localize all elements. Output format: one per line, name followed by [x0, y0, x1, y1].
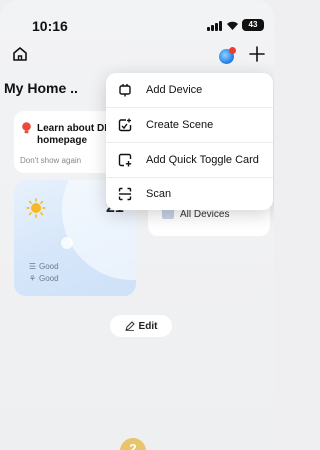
notification-dot [229, 47, 236, 54]
menu-item-scan[interactable]: Scan [106, 177, 273, 211]
sun-icon [26, 198, 46, 218]
pencil-icon [124, 321, 135, 331]
menu-item-label: Add Device [146, 84, 203, 96]
create-scene-icon [118, 118, 132, 132]
menu-item-create-scene[interactable]: Create Scene [106, 108, 273, 142]
bulb-icon [22, 122, 31, 134]
add-device-icon [119, 84, 131, 97]
battery-icon: 43 [242, 19, 264, 31]
plant-icon: ⚘ [28, 274, 37, 283]
edit-button[interactable]: Edit [110, 315, 172, 337]
menu-item-add-device[interactable]: Add Device [106, 73, 273, 107]
home-icon[interactable] [12, 46, 28, 62]
status-time: 10:16 [32, 18, 68, 34]
menu-item-label: Scan [146, 188, 172, 200]
add-card-icon [118, 153, 132, 167]
home-title[interactable]: My Home .. [4, 80, 78, 96]
add-button[interactable] [248, 45, 266, 63]
edit-label: Edit [138, 320, 158, 332]
air-quality-icon: ☰ [28, 262, 37, 271]
dismiss-link[interactable]: Don't show again [20, 156, 81, 165]
air-quality-row: ☰ Good [28, 262, 59, 271]
menu-item-label: Create Scene [146, 119, 214, 131]
air-quality-label: Good [39, 262, 59, 271]
bottom-badge[interactable]: 2 [120, 438, 146, 450]
menu-item-label: Add Quick Toggle Card [146, 154, 259, 166]
profile-avatar[interactable] [219, 47, 236, 64]
wifi-icon [227, 21, 238, 30]
phone-screen: 10:16 43 My Home .. Learn about DIY home… [0, 0, 274, 450]
decorative-dot [61, 237, 73, 249]
status-bar: 10:16 43 [0, 0, 274, 44]
scan-icon [118, 187, 132, 201]
plant-label: Good [39, 274, 59, 283]
signal-icon [207, 21, 223, 31]
plant-row: ⚘ Good [28, 274, 59, 283]
add-menu: Add Device Create Scene Add Quick Toggle… [106, 73, 273, 210]
menu-item-add-quick-toggle-card[interactable]: Add Quick Toggle Card [106, 143, 273, 177]
